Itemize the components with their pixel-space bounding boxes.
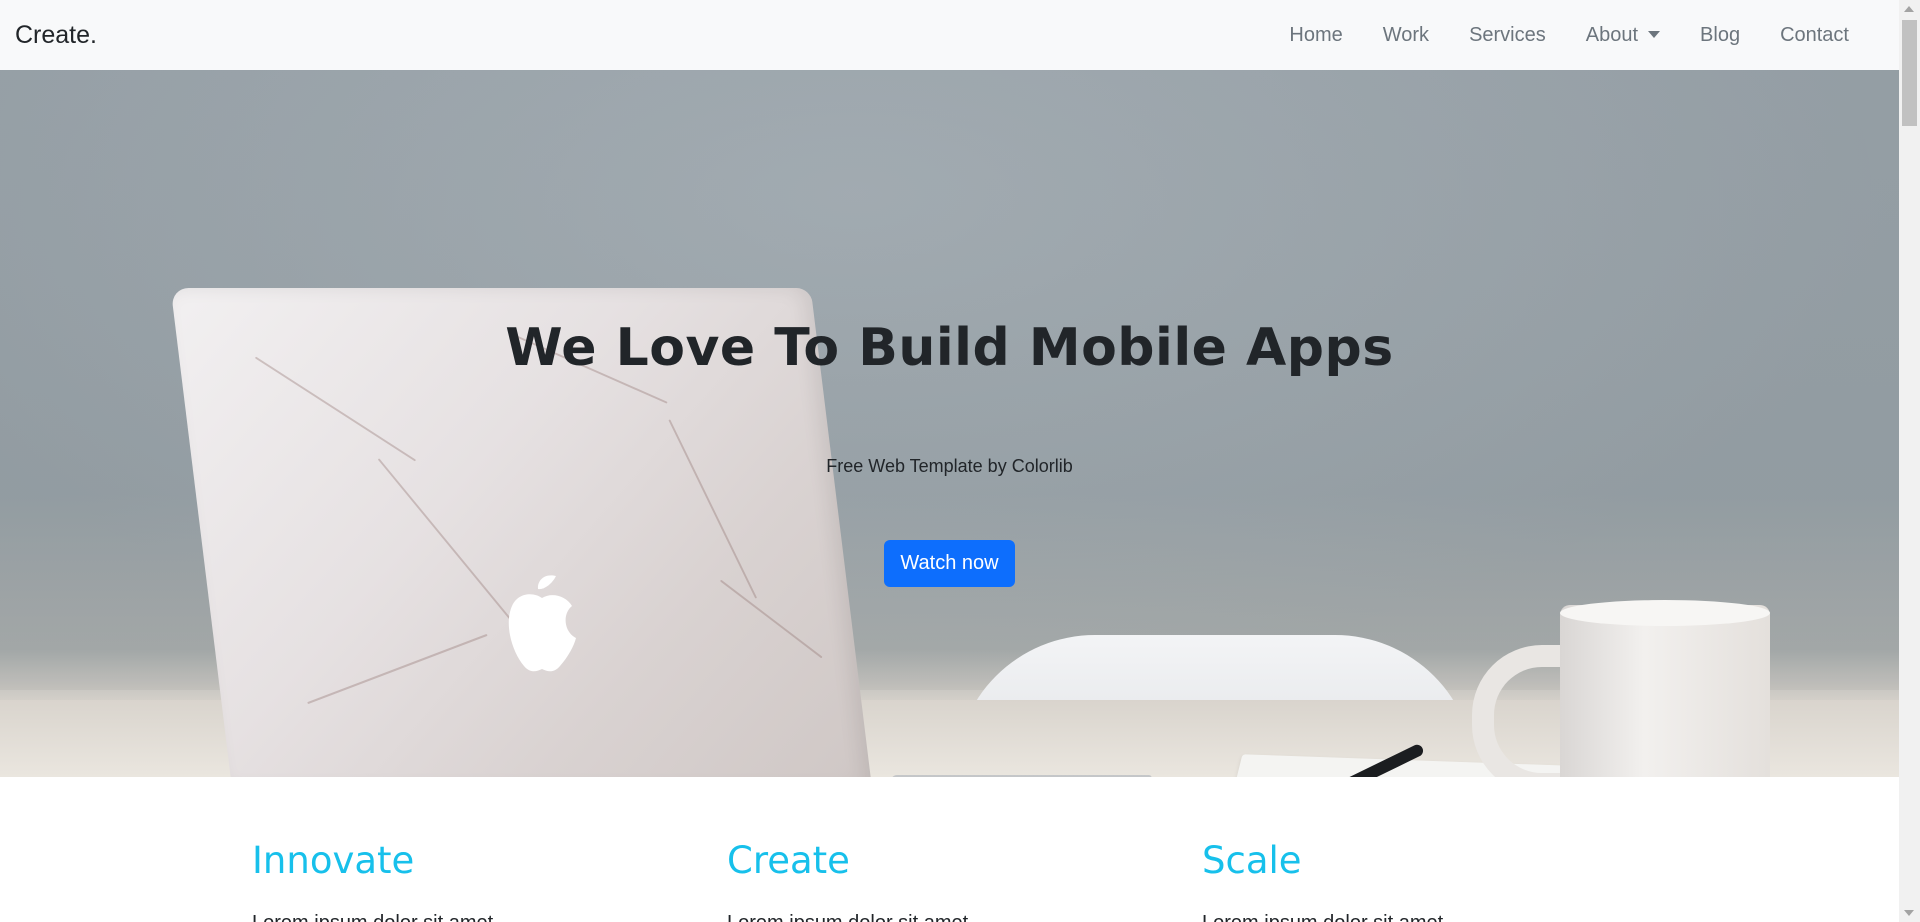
scrollbar-thumb[interactable] — [1902, 20, 1917, 126]
feature-scale: Scale Lorem ipsum dolor sit amet — [1202, 839, 1622, 922]
nav-item-work[interactable]: Work — [1363, 0, 1449, 70]
chevron-down-icon — [1648, 30, 1661, 38]
feature-text: Lorem ipsum dolor sit amet — [1202, 912, 1622, 922]
nav-item-contact[interactable]: Contact — [1760, 0, 1869, 70]
watch-now-button[interactable]: Watch now — [884, 540, 1015, 587]
feature-text: Lorem ipsum dolor sit amet — [252, 912, 672, 922]
scroll-up-arrow-icon[interactable] — [1904, 6, 1914, 12]
nav-item-services[interactable]: Services — [1449, 0, 1566, 70]
hero-subtitle: Free Web Template by Colorlib — [826, 456, 1073, 476]
hero-title: We Love To Build Mobile Apps — [505, 318, 1394, 378]
brand-logo[interactable]: Create. — [15, 20, 97, 50]
navbar: Create. Home Work Services About Blog Co… — [0, 0, 1899, 70]
feature-title: Scale — [1202, 839, 1302, 882]
nav-item-about-label: About — [1585, 24, 1639, 46]
feature-title: Create — [727, 839, 850, 882]
vertical-scrollbar[interactable] — [1899, 0, 1920, 922]
features-section: Innovate Lorem ipsum dolor sit amet Crea… — [0, 777, 1899, 922]
feature-innovate: Innovate Lorem ipsum dolor sit amet — [252, 839, 672, 922]
page: Create. Home Work Services About Blog Co… — [0, 0, 1899, 922]
nav-menu: Home Work Services About Blog Contact — [1269, 0, 1869, 70]
scroll-down-arrow-icon[interactable] — [1904, 910, 1914, 916]
hero-content: We Love To Build Mobile Apps Free Web Te… — [0, 70, 1899, 777]
hero-section: We Love To Build Mobile Apps Free Web Te… — [0, 70, 1899, 777]
feature-title: Innovate — [252, 839, 415, 882]
feature-create: Create Lorem ipsum dolor sit amet — [727, 839, 1147, 922]
nav-item-blog[interactable]: Blog — [1680, 0, 1760, 70]
nav-item-home[interactable]: Home — [1269, 0, 1362, 70]
feature-text: Lorem ipsum dolor sit amet — [727, 912, 1147, 922]
nav-item-about[interactable]: About — [1566, 0, 1680, 70]
